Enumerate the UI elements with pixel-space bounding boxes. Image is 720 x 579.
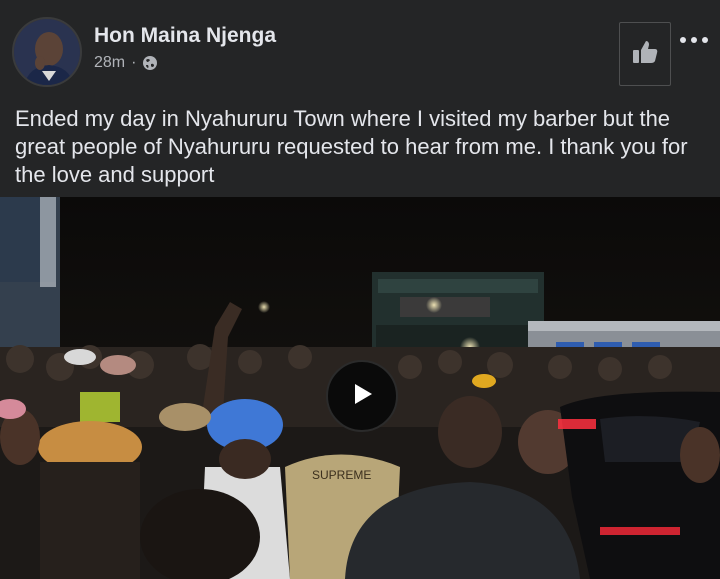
post-time[interactable]: 28m [94,54,125,72]
play-icon [347,379,377,414]
avatar-photo [14,19,80,85]
shirt-text: SUPREME [312,468,371,482]
more-dots-icon[interactable] [678,30,710,50]
like-button[interactable] [619,22,671,86]
post-text: Ended my day in Nyahururu Town where I v… [15,106,688,187]
post-header: Hon Maina Njenga 28m · [0,0,720,98]
meta-separator: · [131,54,137,71]
thumbs-up-icon [631,39,659,70]
post-meta: 28m · [94,54,158,72]
globe-icon [142,55,158,71]
author-avatar[interactable] [12,17,82,87]
author-name[interactable]: Hon Maina Njenga [94,24,276,48]
play-button[interactable] [326,360,398,432]
